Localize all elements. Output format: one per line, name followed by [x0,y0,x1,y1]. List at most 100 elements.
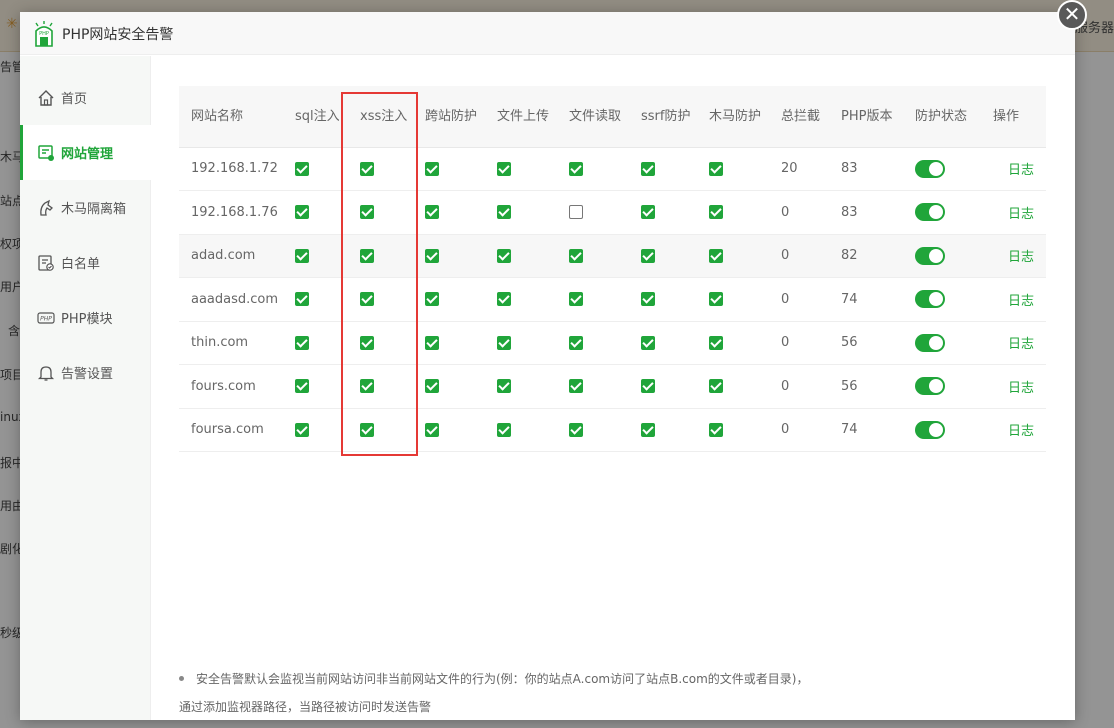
log-link[interactable]: 日志 [1008,337,1034,352]
xss-injection-cell [354,147,419,191]
log-link[interactable]: 日志 [1008,294,1034,309]
xss-injection-checkbox[interactable] [360,292,374,307]
file-read-checkbox[interactable] [569,161,583,176]
php-module-icon: PHP [37,311,55,324]
ssrf-checkbox[interactable] [641,422,655,437]
file-upload-checkbox[interactable] [497,161,511,176]
trojan-cell [703,147,775,191]
total-blocked-cell: 20 [775,147,835,191]
file-upload-cell [491,364,563,409]
file-upload-cell [491,234,563,278]
log-link[interactable]: 日志 [1008,163,1034,178]
cross-site-cell [419,190,491,235]
file-upload-checkbox[interactable] [497,205,511,220]
file-upload-checkbox[interactable] [497,292,511,307]
xss-injection-checkbox[interactable] [360,335,374,350]
file-read-checkbox[interactable] [569,379,583,394]
site-name-cell: thin.com [179,321,289,365]
ssrf-checkbox[interactable] [641,205,655,220]
protection-status-toggle[interactable] [915,377,945,396]
sql-injection-cell [289,190,354,235]
trojan-checkbox[interactable] [709,422,723,437]
xss-injection-checkbox[interactable] [360,248,374,263]
file-upload-checkbox[interactable] [497,422,511,437]
ssrf-checkbox[interactable] [641,248,655,263]
xss-injection-checkbox[interactable] [360,205,374,220]
ssrf-checkbox[interactable] [641,292,655,307]
trojan-checkbox[interactable] [709,379,723,394]
file-upload-checkbox[interactable] [497,379,511,394]
sql-injection-checkbox[interactable] [295,292,309,307]
cross-site-checkbox[interactable] [425,248,439,263]
xss-injection-checkbox[interactable] [360,379,374,394]
protection-status-toggle[interactable] [915,203,945,222]
sidebar-item-php-module[interactable]: PHP PHP模块 [20,290,151,345]
file-read-checkbox[interactable] [569,248,583,263]
sidebar-item-label: 首页 [61,92,88,107]
ssrf-checkbox[interactable] [641,161,655,176]
table-row: adad.com 0 82 日志 [179,234,1046,278]
trojan-checkbox[interactable] [709,292,723,307]
xss-injection-checkbox[interactable] [360,161,374,176]
sql-injection-checkbox[interactable] [295,248,309,263]
file-read-checkbox[interactable] [569,422,583,437]
cross-site-checkbox[interactable] [425,161,439,176]
site-manage-icon [38,144,54,161]
sql-injection-checkbox[interactable] [295,335,309,350]
table-row: fours.com 0 56 日志 [179,364,1046,409]
file-read-checkbox[interactable] [569,205,583,220]
trojan-cell [703,321,775,365]
trojan-checkbox[interactable] [709,335,723,350]
protection-status-toggle[interactable] [915,159,945,178]
protection-status-toggle[interactable] [915,290,945,309]
ssrf-cell [635,234,703,278]
trojan-cell [703,277,775,322]
file-read-cell [563,277,635,322]
sql-injection-checkbox[interactable] [295,205,309,220]
table-row: 192.168.1.76 0 83 日志 [179,190,1046,235]
file-upload-checkbox[interactable] [497,335,511,350]
trojan-checkbox[interactable] [709,205,723,220]
sql-injection-cell [289,321,354,365]
php-security-alert-modal: PHP PHP网站安全告警 首页 网站管理 木马隔离箱 白名单 PHP PHP模… [20,12,1075,720]
ssrf-checkbox[interactable] [641,335,655,350]
sidebar-item-trojan-quarantine[interactable]: 木马隔离箱 [20,180,151,235]
cross-site-checkbox[interactable] [425,205,439,220]
site-name-cell: fours.com [179,364,289,409]
file-read-checkbox[interactable] [569,335,583,350]
sidebar-item-home[interactable]: 首页 [20,70,151,125]
protection-status-toggle[interactable] [915,420,945,439]
ssrf-checkbox[interactable] [641,379,655,394]
xss-injection-checkbox[interactable] [360,422,374,437]
log-link[interactable]: 日志 [1008,207,1034,222]
protection-status-toggle[interactable] [915,333,945,352]
table-row: aaadasd.com 0 74 日志 [179,277,1046,322]
trojan-checkbox[interactable] [709,161,723,176]
cross-site-checkbox[interactable] [425,335,439,350]
cross-site-checkbox[interactable] [425,422,439,437]
operation-cell: 日志 [987,321,1046,365]
close-modal-button[interactable]: ✕ [1057,0,1087,30]
column-header: 跨站防护 [419,86,491,148]
php-version-cell: 56 [835,321,909,365]
sql-injection-checkbox[interactable] [295,379,309,394]
sql-injection-checkbox[interactable] [295,161,309,176]
sidebar-item-site-management[interactable]: 网站管理 [20,125,151,180]
cross-site-checkbox[interactable] [425,292,439,307]
file-upload-checkbox[interactable] [497,248,511,263]
sidebar-item-whitelist[interactable]: 白名单 [20,235,151,290]
cross-site-checkbox[interactable] [425,379,439,394]
sidebar-item-alert-settings[interactable]: 告警设置 [20,345,151,400]
file-read-cell [563,364,635,409]
protection-status-toggle[interactable] [915,246,945,265]
trojan-checkbox[interactable] [709,248,723,263]
log-link[interactable]: 日志 [1008,424,1034,439]
sql-injection-checkbox[interactable] [295,422,309,437]
table-row: 192.168.1.72 20 83 日志 [179,147,1046,191]
sidebar-item-label: 告警设置 [61,367,114,382]
sql-injection-cell [289,277,354,322]
file-read-checkbox[interactable] [569,292,583,307]
php-version-cell: 74 [835,277,909,322]
log-link[interactable]: 日志 [1008,250,1034,265]
log-link[interactable]: 日志 [1008,381,1034,396]
